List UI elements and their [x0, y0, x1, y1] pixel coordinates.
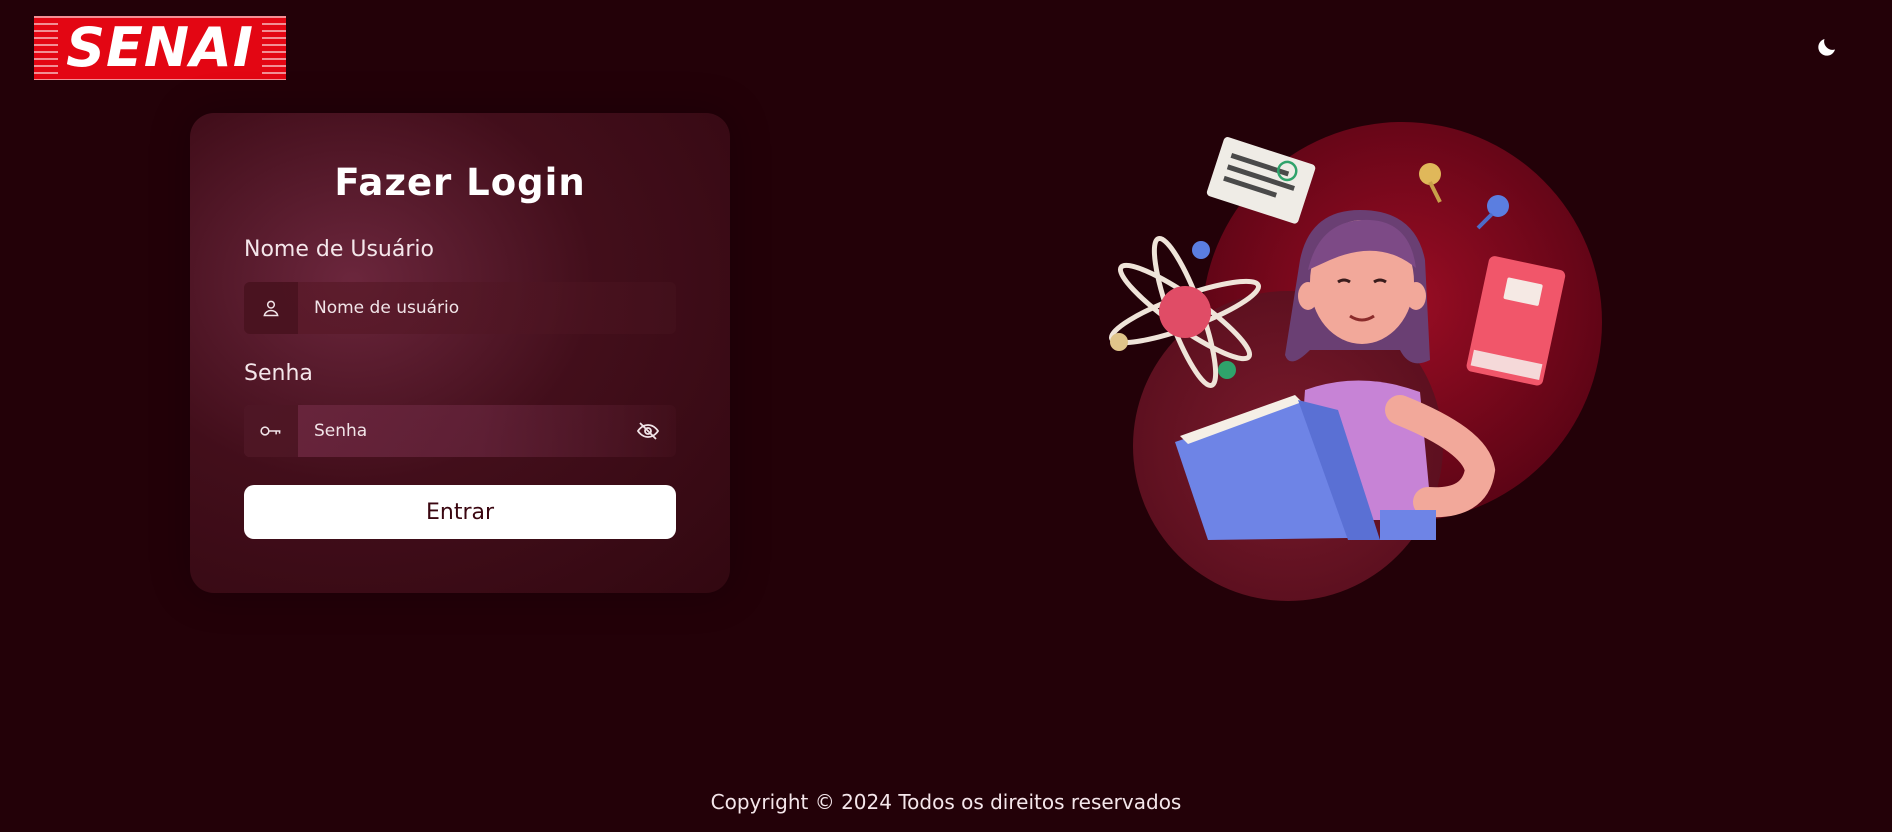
theme-toggle-button[interactable]: [1812, 32, 1842, 62]
username-input[interactable]: [298, 282, 676, 334]
paper-icon: [1206, 137, 1316, 224]
user-icon: [244, 282, 298, 334]
student-reading-illustration: [1080, 110, 1620, 620]
key-icon: [244, 405, 298, 457]
eye-off-icon: [636, 422, 660, 440]
login-title: Fazer Login: [334, 161, 586, 204]
login-page: SENAI Fazer Login Nome de Usuário Senha: [0, 0, 1892, 832]
password-input-group: [244, 405, 676, 457]
password-label: Senha: [244, 361, 313, 386]
login-card: Fazer Login Nome de Usuário Senha: [190, 113, 730, 593]
username-label: Nome de Usuário: [244, 237, 434, 262]
senai-logo: SENAI: [34, 16, 286, 80]
username-input-group: [244, 282, 676, 334]
footer-copyright: Copyright © 2024 Todos os direitos reser…: [710, 790, 1182, 814]
password-visibility-toggle[interactable]: [620, 405, 676, 457]
password-input[interactable]: [298, 405, 620, 457]
login-submit-button[interactable]: Entrar: [244, 485, 676, 539]
logo-wordmark: SENAI: [58, 18, 262, 78]
moon-icon: [1818, 39, 1835, 56]
